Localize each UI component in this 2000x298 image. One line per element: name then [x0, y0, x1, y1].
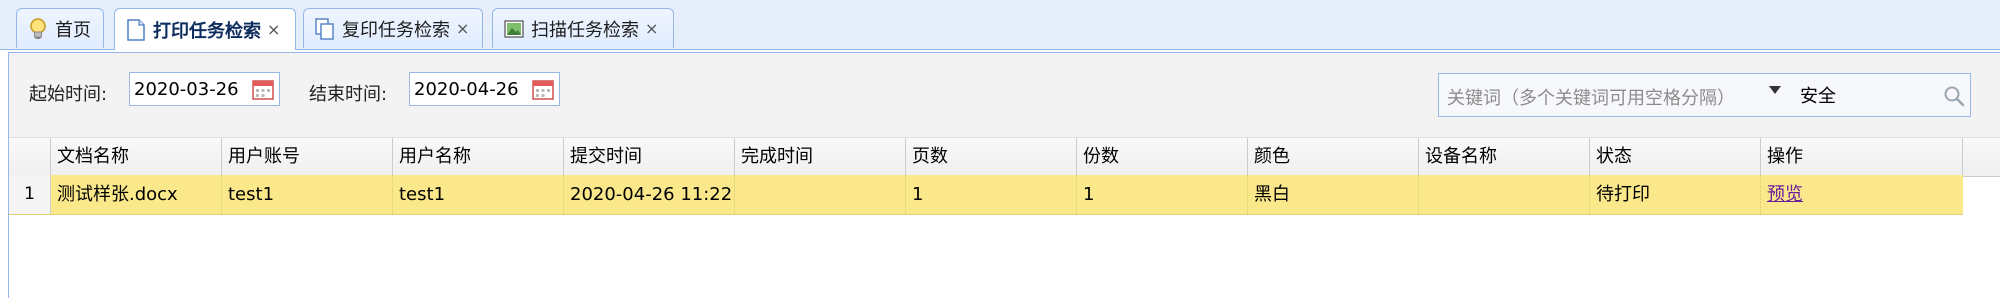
- start-date-value: 2020-03-26: [134, 79, 239, 100]
- column-header[interactable]: 文档名称: [51, 138, 222, 176]
- scan-image-icon: [503, 17, 525, 41]
- tab-copy-search[interactable]: 复印任务检索 ×: [303, 8, 483, 48]
- copy-icon: [314, 17, 336, 41]
- calendar-icon[interactable]: [251, 77, 275, 101]
- start-date-field[interactable]: 2020-03-26: [129, 72, 280, 106]
- column-header[interactable]: 状态: [1590, 138, 1761, 176]
- table-header: 文档名称 用户账号 用户名称 提交时间 完成时间 页数 份数 颜色 设备名称 状…: [9, 137, 2000, 177]
- column-header[interactable]: 操作: [1761, 138, 1963, 176]
- end-time-label: 结束时间:: [309, 84, 388, 105]
- keyword-search-box[interactable]: 关键词（多个关键词可用空格分隔）: [1438, 73, 1971, 117]
- keyword-mode-select[interactable]: 关键词（多个关键词可用空格分隔）: [1447, 84, 1735, 110]
- cell-finish-time: [735, 175, 906, 214]
- column-header[interactable]: 份数: [1077, 138, 1248, 176]
- cell-color: 黑白: [1248, 175, 1419, 214]
- row-number-header: [9, 138, 51, 176]
- preview-link[interactable]: 预览: [1767, 184, 1803, 205]
- dropdown-arrow-icon[interactable]: [1769, 86, 1781, 94]
- column-header[interactable]: 用户名称: [393, 138, 564, 176]
- start-time-label: 起始时间:: [29, 84, 108, 105]
- document-icon: [125, 18, 147, 42]
- tab-copy-search-label: 复印任务检索: [342, 19, 450, 41]
- column-header[interactable]: 用户账号: [222, 138, 393, 176]
- cell-submit-time: 2020-04-26 11:22:1: [564, 175, 735, 214]
- tab-print-search[interactable]: 打印任务检索 ×: [114, 8, 296, 50]
- cell-account: test1: [222, 175, 393, 214]
- close-icon[interactable]: ×: [267, 20, 280, 39]
- column-header[interactable]: 完成时间: [735, 138, 906, 176]
- cell-doc-name: 测试样张.docx: [51, 175, 222, 214]
- tab-home[interactable]: 首页: [16, 8, 104, 48]
- calendar-icon[interactable]: [531, 77, 555, 101]
- tab-print-search-label: 打印任务检索: [153, 20, 261, 42]
- table-row[interactable]: 1 测试样张.docx test1 test1 2020-04-26 11:22…: [9, 175, 1963, 215]
- keyword-input[interactable]: [1796, 78, 1926, 112]
- cell-pages: 1: [906, 175, 1077, 214]
- column-header[interactable]: 颜色: [1248, 138, 1419, 176]
- column-header[interactable]: 页数: [906, 138, 1077, 176]
- lightbulb-icon: [27, 17, 49, 41]
- cell-status: 待打印: [1590, 175, 1761, 214]
- tab-strip: 首页 打印任务检索 × 复印任务检索 × 扫描任务检索 ×: [0, 0, 2000, 50]
- tab-scan-search-label: 扫描任务检索: [531, 19, 639, 41]
- cell-copies: 1: [1077, 175, 1248, 214]
- close-icon[interactable]: ×: [456, 19, 469, 38]
- column-header[interactable]: 提交时间: [564, 138, 735, 176]
- column-header[interactable]: 设备名称: [1419, 138, 1590, 176]
- cell-action: 预览: [1761, 175, 1963, 214]
- end-date-field[interactable]: 2020-04-26: [409, 72, 560, 106]
- close-icon[interactable]: ×: [645, 19, 658, 38]
- cell-device: [1419, 175, 1590, 214]
- tab-home-label: 首页: [55, 19, 91, 41]
- end-date-value: 2020-04-26: [414, 79, 519, 100]
- search-icon[interactable]: [1942, 84, 1966, 108]
- cell-user-name: test1: [393, 175, 564, 214]
- tab-scan-search[interactable]: 扫描任务检索 ×: [492, 8, 674, 48]
- row-number: 1: [9, 175, 51, 214]
